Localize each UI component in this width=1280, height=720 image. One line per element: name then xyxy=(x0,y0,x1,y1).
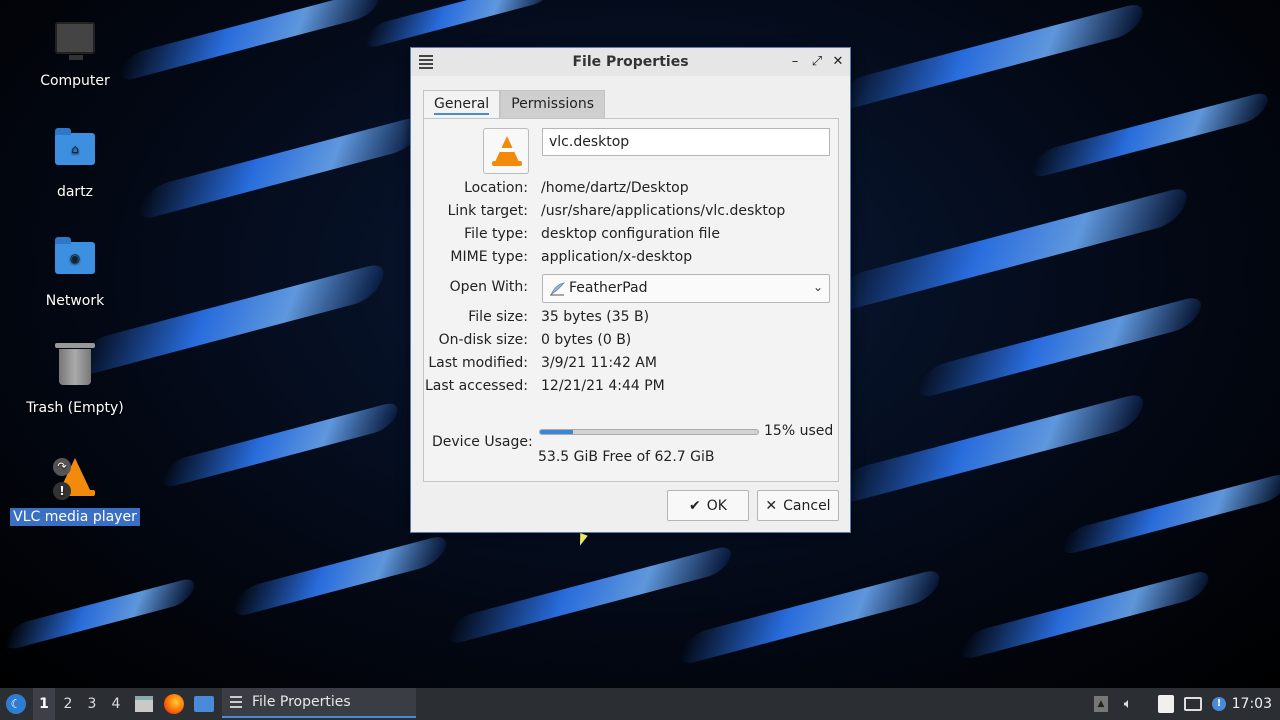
file-type-row: File type: desktop configuration file xyxy=(424,226,840,246)
file-manager-icon xyxy=(135,696,153,712)
home-folder-icon: ⌂ xyxy=(53,128,97,177)
last-modified-value: 3/9/21 11:42 AM xyxy=(541,355,657,371)
warning-icon: ! xyxy=(53,482,71,500)
chevron-down-icon: ⌄ xyxy=(812,280,823,294)
device-usage-percent: 15% used xyxy=(764,423,834,439)
change-icon-button[interactable] xyxy=(483,128,529,174)
file-type-label: File type: xyxy=(464,226,528,242)
disk-size-label: On-disk size: xyxy=(438,332,528,348)
mime-type-row: MIME type: application/x-desktop xyxy=(424,249,840,269)
minimize-button[interactable]: – xyxy=(786,53,804,71)
desktop-icon-label: Network xyxy=(45,293,105,309)
workspace-3[interactable]: 3 xyxy=(81,688,103,720)
disk-size-row: On-disk size: 0 bytes (0 B) xyxy=(424,332,840,352)
device-usage-fill xyxy=(540,430,573,434)
lxqt-logo-icon: ☾ xyxy=(6,694,26,714)
open-with-label: Open With: xyxy=(449,279,528,295)
desktop-icon-label: dartz xyxy=(56,184,94,200)
file-name-input[interactable] xyxy=(542,128,830,156)
tab-permissions[interactable]: Permissions xyxy=(500,90,605,118)
desktop-icon-trash[interactable]: Trash (Empty) xyxy=(10,343,140,417)
tab-label: General xyxy=(434,96,490,115)
tray-expand-button[interactable]: ▲ xyxy=(1092,688,1110,720)
link-target-label: Link target: xyxy=(447,203,528,219)
checkmark-icon: ✔ xyxy=(689,497,701,514)
desktop-icon-computer[interactable]: Computer xyxy=(10,18,140,90)
vlc-icon: ↷ ! xyxy=(53,458,97,502)
tab-label: Permissions xyxy=(511,96,594,112)
mime-type-value: application/x-desktop xyxy=(541,249,693,265)
show-desktop-launcher[interactable] xyxy=(193,688,215,720)
chevron-up-icon: ▲ xyxy=(1094,696,1108,712)
window-menu-icon[interactable] xyxy=(419,55,433,69)
task-title: File Properties xyxy=(252,694,351,710)
file-type-value: desktop configuration file xyxy=(541,226,720,242)
speaker-icon: 🔈︎ xyxy=(1123,696,1133,712)
taskbar: ☾ 1 2 3 4 File Properties ▲ 🔈︎ ! 17:03 xyxy=(0,688,1280,720)
volume-button[interactable]: 🔈︎ xyxy=(1118,688,1138,720)
location-row: Location: /home/dartz/Desktop xyxy=(424,180,840,200)
workspace-2[interactable]: 2 xyxy=(57,688,79,720)
mime-type-label: MIME type: xyxy=(450,249,528,265)
featherpad-icon xyxy=(550,282,565,296)
network-folder-icon: ◉ xyxy=(53,237,97,286)
notifications-button[interactable]: ! xyxy=(1209,688,1229,720)
window-menu-icon xyxy=(230,696,242,708)
desktop-icon xyxy=(194,696,214,712)
open-with-value: FeatherPad xyxy=(569,280,648,296)
device-usage-bar xyxy=(539,429,759,435)
clipboard-button[interactable] xyxy=(1155,688,1177,720)
desktop-icon-label: VLC media player xyxy=(10,508,140,526)
clipboard-icon xyxy=(1158,695,1174,713)
close-button[interactable]: ✕ xyxy=(829,53,847,71)
link-target-row: Link target: /usr/share/applications/vlc… xyxy=(424,203,840,223)
firefox-icon xyxy=(164,694,184,714)
cancel-button-label: Cancel xyxy=(783,497,831,514)
desktop-icon-label: Computer xyxy=(40,73,110,89)
file-manager-launcher[interactable] xyxy=(133,688,155,720)
computer-icon xyxy=(53,22,97,66)
firefox-launcher[interactable] xyxy=(163,688,185,720)
window-title: File Properties xyxy=(572,54,689,70)
link-target-value: /usr/share/applications/vlc.desktop xyxy=(541,203,786,219)
open-with-select[interactable]: FeatherPad ⌄ xyxy=(542,274,830,303)
last-modified-label: Last modified: xyxy=(428,355,528,371)
maximize-button[interactable]: ⤢ xyxy=(808,53,826,71)
link-arrow-icon: ↷ xyxy=(53,458,71,476)
ok-button-label: OK xyxy=(706,497,727,514)
desktop-icon-network[interactable]: ◉ Network xyxy=(10,236,140,310)
cancel-button[interactable]: ✕ Cancel xyxy=(757,490,839,521)
desktop-icon-home[interactable]: ⌂ dartz xyxy=(10,127,140,201)
window-titlebar[interactable]: File Properties – ⤢ ✕ xyxy=(411,48,850,76)
last-modified-row: Last modified: 3/9/21 11:42 AM xyxy=(424,355,840,375)
desktop-icon-vlc[interactable]: ↷ ! VLC media player xyxy=(10,454,140,526)
file-properties-dialog: File Properties – ⤢ ✕ General Permission… xyxy=(410,47,851,533)
tab-bar: General Permissions xyxy=(423,90,605,118)
trash-icon xyxy=(53,343,97,393)
ok-button[interactable]: ✔ OK xyxy=(667,490,749,521)
device-free-space: 53.5 GiB Free of 62.7 GiB xyxy=(538,449,715,465)
general-panel: Location: /home/dartz/Desktop Link targe… xyxy=(423,118,839,482)
clock[interactable]: 17:03 xyxy=(1232,688,1272,720)
task-file-properties[interactable]: File Properties xyxy=(222,688,416,718)
last-accessed-label: Last accessed: xyxy=(424,378,528,394)
network-icon xyxy=(1184,697,1202,711)
workspace-4[interactable]: 4 xyxy=(105,688,127,720)
file-size-label: File size: xyxy=(468,309,528,325)
update-notifier-icon: ! xyxy=(1212,697,1226,711)
location-label: Location: xyxy=(464,180,528,196)
location-value: /home/dartz/Desktop xyxy=(541,180,689,196)
desktop-icon-label: Trash (Empty) xyxy=(26,400,124,416)
device-usage-label: Device Usage: xyxy=(432,434,533,450)
last-accessed-value: 12/21/21 4:44 PM xyxy=(541,378,665,394)
tab-general[interactable]: General xyxy=(423,90,501,118)
start-menu-button[interactable]: ☾ xyxy=(2,688,30,720)
file-size-value: 35 bytes (35 B) xyxy=(541,309,650,325)
file-size-row: File size: 35 bytes (35 B) xyxy=(424,309,840,329)
workspace-1[interactable]: 1 xyxy=(33,688,55,720)
cancel-x-icon: ✕ xyxy=(765,497,778,514)
last-accessed-row: Last accessed: 12/21/21 4:44 PM xyxy=(424,378,840,398)
disk-size-value: 0 bytes (0 B) xyxy=(541,332,632,348)
network-button[interactable] xyxy=(1182,688,1204,720)
